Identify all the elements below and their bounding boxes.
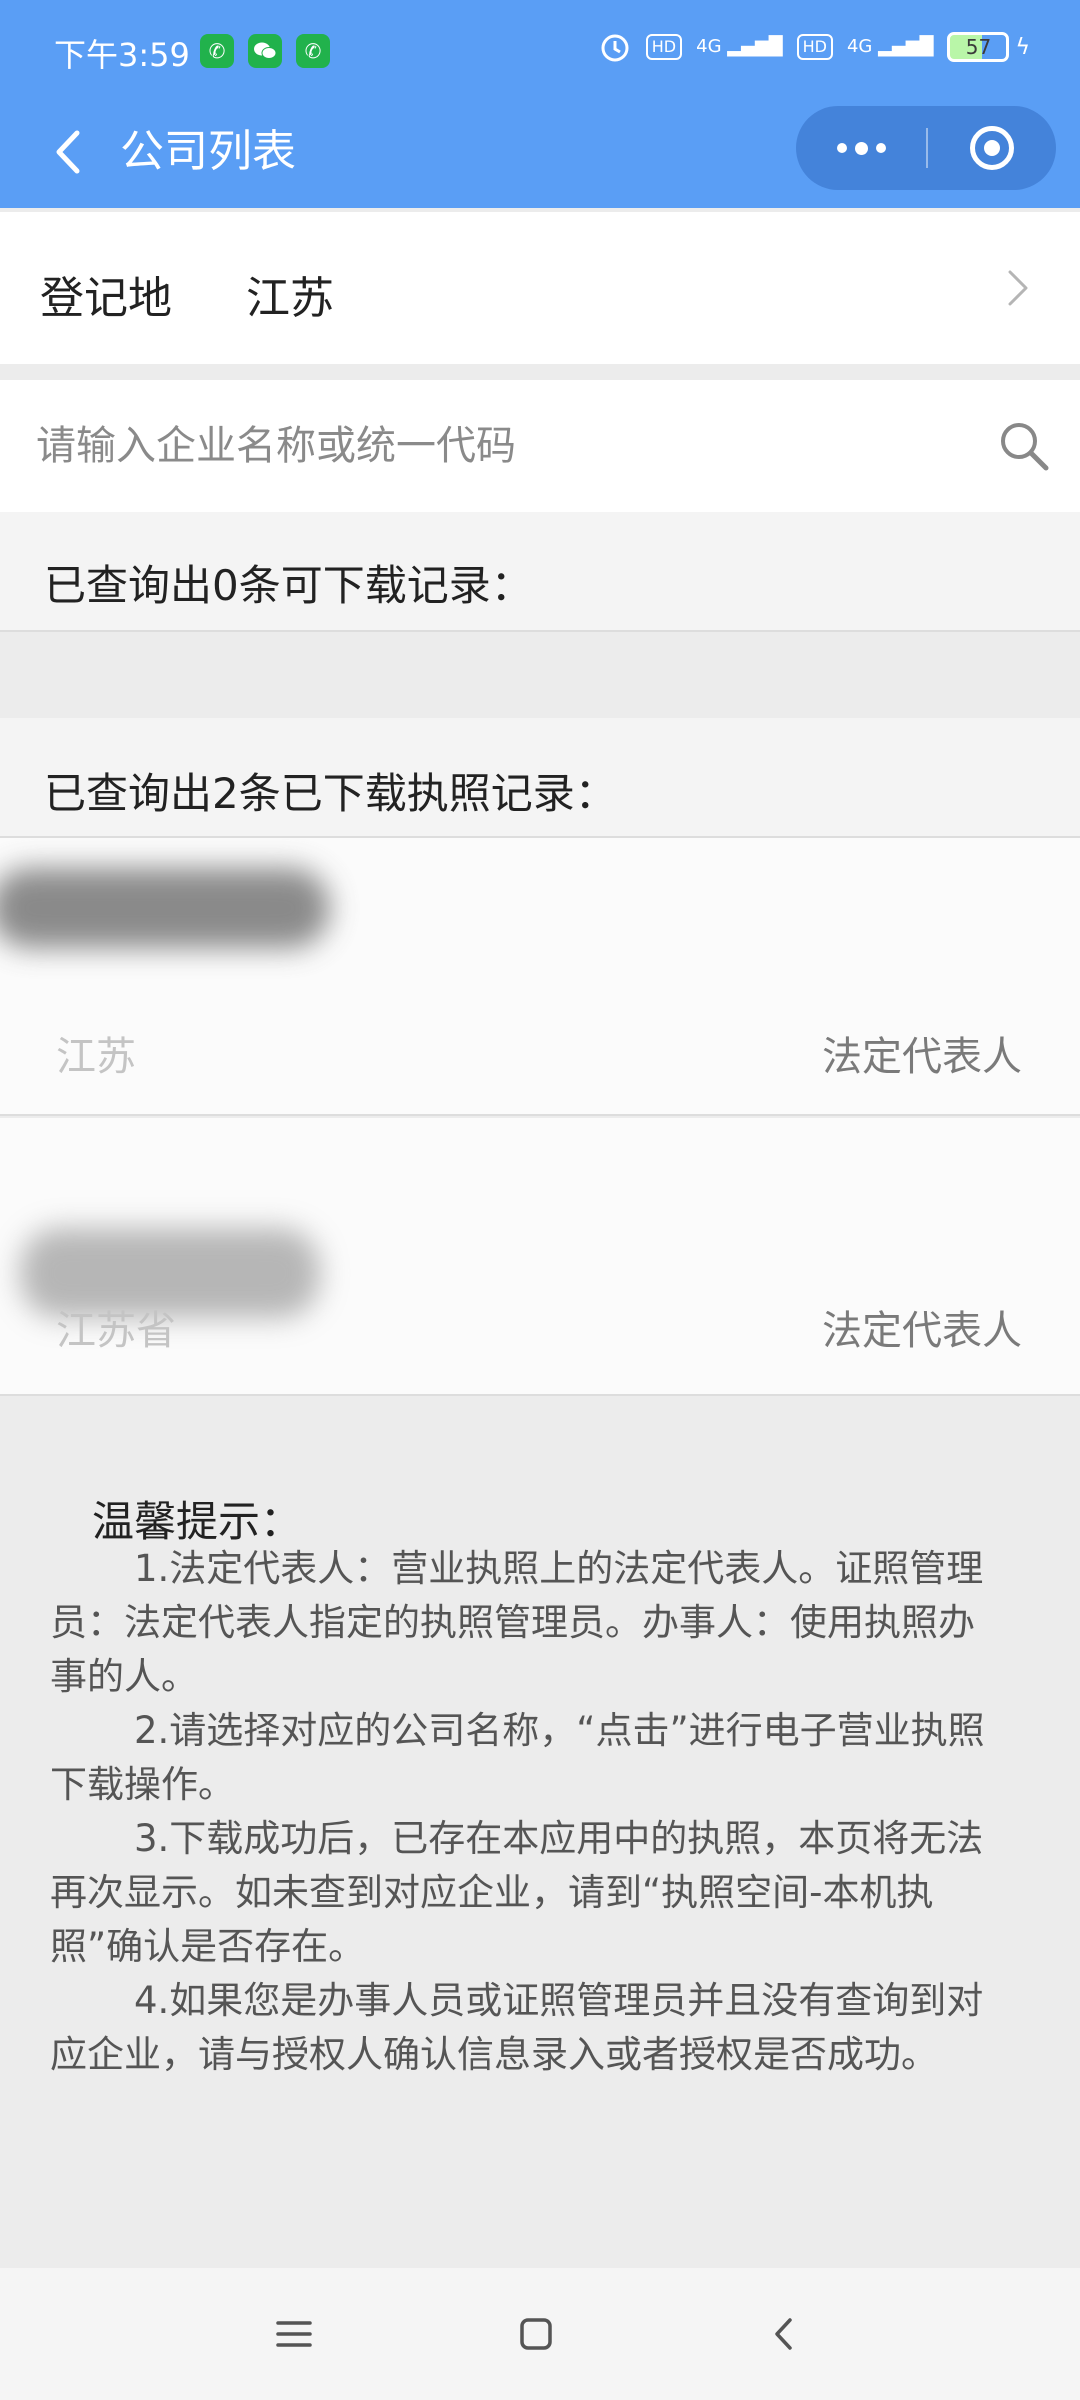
battery-icon: 57 [947, 32, 1010, 62]
status-time: 下午3:59 [54, 36, 190, 74]
tip-item: 4.如果您是办事人员或证照管理员并且没有查询到对应企业，请与授权人确认信息录入或… [50, 1979, 984, 2076]
back-arrow-icon [775, 2318, 792, 2350]
network-type: 4G [846, 36, 873, 57]
system-navigation-bar [0, 2268, 1080, 2400]
signal-icon: 4G ▂▄▆█ [696, 36, 783, 57]
more-dot [836, 143, 847, 153]
search-bar [0, 380, 1080, 512]
miniprogram-capsule [796, 106, 1056, 190]
alarm-icon [601, 34, 629, 62]
search-icon[interactable] [996, 418, 1052, 474]
tips-section: 温馨提示： 1.法定代表人：营业执照上的法定代表人。证照管理员：法定代表人指定的… [0, 1398, 1080, 2268]
page-title: 公司列表 [120, 126, 296, 177]
menu-button[interactable] [262, 2302, 326, 2366]
hd-badge: HD [645, 34, 683, 60]
phone-notification-icon: ✆ [296, 34, 330, 68]
target-icon [970, 126, 1014, 170]
status-bar: 下午3:59 ✆ ✆ HD 4G ▂▄▆█ HD 4G ▂▄▆█ 57 ϟ [0, 0, 1080, 104]
network-type: 4G [696, 36, 722, 57]
more-button[interactable] [796, 106, 926, 190]
region-label: 登记地 [40, 273, 172, 324]
battery-indicator: 57 ϟ [947, 32, 1030, 62]
tip-item: 3.下载成功后，已存在本应用中的执照，本页将无法再次显示。如未查到对应企业，请到… [50, 1817, 984, 1968]
tip-item: 2.请选择对应的公司名称，“点击”进行电子营业执照下载操作。 [50, 1709, 985, 1806]
chevron-right-icon [1008, 270, 1028, 306]
signal-icon: 4G ▂▄▆█ [846, 36, 934, 57]
charging-icon: ϟ [1015, 34, 1030, 60]
record-province: 江苏 [56, 1034, 136, 1080]
tips-title: 温馨提示： [92, 1497, 303, 1546]
search-input[interactable] [36, 410, 976, 482]
downloadable-count-text: 已查询出0条可下载记录： [44, 561, 533, 610]
home-button[interactable] [504, 2302, 568, 2366]
top-bar: 下午3:59 ✆ ✆ HD 4G ▂▄▆█ HD 4G ▂▄▆█ 57 ϟ 公司… [0, 0, 1080, 208]
more-dot [854, 141, 868, 155]
record-role: 法定代表人 [822, 1034, 1022, 1080]
redacted-company-name [0, 868, 330, 948]
more-dot [875, 143, 886, 153]
downloaded-section-header: 已查询出2条已下载执照记录： [0, 718, 1080, 838]
status-indicators: HD 4G ▂▄▆█ HD 4G ▂▄▆█ 57 ϟ [598, 30, 1030, 64]
license-record[interactable]: 江苏省 法定代表人 [0, 1118, 1080, 1396]
back-button[interactable] [38, 122, 98, 182]
close-miniprogram-button[interactable] [928, 106, 1056, 190]
notification-icons: ✆ ✆ [200, 34, 330, 68]
home-icon [520, 2318, 552, 2350]
tip-item: 1.法定代表人：营业执照上的法定代表人。证照管理员：法定代表人指定的执照管理员。… [50, 1547, 984, 1698]
system-back-button[interactable] [752, 2302, 816, 2366]
phone-notification-icon: ✆ [200, 34, 234, 68]
wechat-notification-icon [248, 34, 282, 68]
downloaded-count-text: 已查询出2条已下载执照记录： [44, 769, 617, 818]
tips-body: 1.法定代表人：营业执照上的法定代表人。证照管理员：法定代表人指定的执照管理员。… [50, 1542, 1000, 2082]
battery-level: 57 [965, 35, 992, 59]
downloadable-section-header: 已查询出0条可下载记录： [0, 512, 1080, 632]
record-province: 江苏省 [56, 1308, 176, 1354]
region-value: 江苏 [246, 273, 334, 324]
chevron-left-icon [56, 130, 80, 174]
hd-badge: HD [796, 34, 833, 60]
region-selector[interactable]: 登记地 江苏 [0, 212, 1080, 364]
record-role: 法定代表人 [822, 1308, 1022, 1354]
license-record[interactable]: 江苏 法定代表人 [0, 838, 1080, 1116]
menu-icon [276, 2321, 312, 2347]
empty-list-area [0, 634, 1080, 718]
navigation-bar: 公司列表 [0, 104, 1080, 208]
